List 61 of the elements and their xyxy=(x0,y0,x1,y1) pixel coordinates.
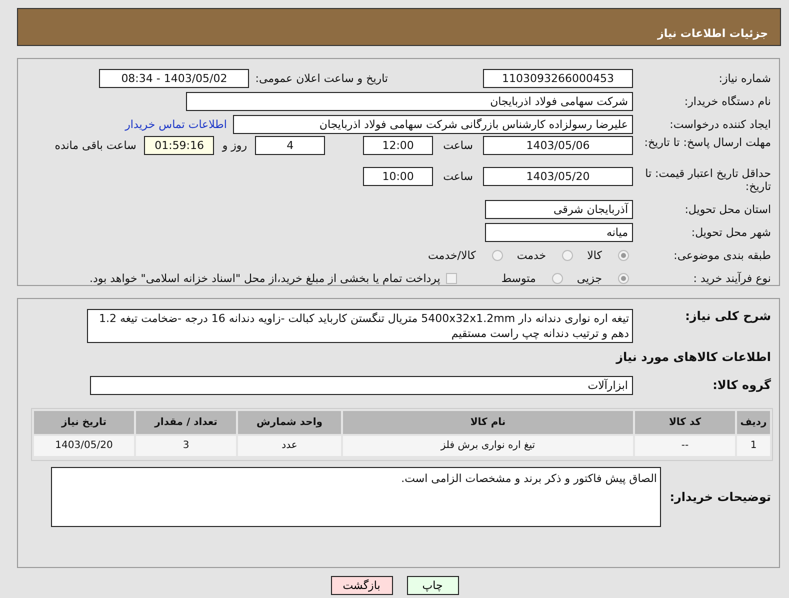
days-label: روز و xyxy=(222,138,248,154)
table-cell: تیغ اره نواری برش فلز xyxy=(343,436,633,456)
option-label: جزیی xyxy=(576,272,602,284)
buyer-notes-field: الصاق پیش فاکتور و ذکر برند و مشخصات الزامی است. xyxy=(51,467,661,527)
column-header: تعداد / مقدار xyxy=(136,411,236,434)
back-button[interactable]: بازگشت xyxy=(330,576,392,595)
column-header: کد کالا xyxy=(635,411,735,434)
page-title: جزئیات اطلاعات نیاز xyxy=(658,26,768,40)
time-field: 10:00 xyxy=(363,167,434,186)
radio-button[interactable] xyxy=(562,250,574,260)
radio-button[interactable] xyxy=(618,250,629,260)
table-cell: عدد xyxy=(238,436,341,456)
remaining-label: ساعت باقی مانده xyxy=(54,138,136,154)
remaining-time-field: 01:59:16 xyxy=(144,136,214,155)
field-label: گروه کالا: xyxy=(712,378,772,392)
buyer-org-field: شرکت سهامی فولاد اذربایجان xyxy=(186,92,633,110)
checkbox[interactable] xyxy=(446,272,458,284)
field-label: مهلت ارسال پاسخ: تا تاریخ: xyxy=(643,136,772,149)
field-label: تاریخ و ساعت اعلان عمومی: xyxy=(255,72,388,84)
table-cell: 1 xyxy=(737,436,770,456)
option-label: خدمت xyxy=(516,248,546,262)
field-label: توضیحات خریدار: xyxy=(668,490,772,504)
column-header: نام کالا xyxy=(343,411,633,434)
requester-field: علیرضا رسولزاده کارشناس بازرگانی شرکت سهامی فولاد اذربایجان xyxy=(233,114,633,134)
field-label: ایجاد کننده درخواست: xyxy=(668,118,772,130)
field-label: نام دستگاه خریدار: xyxy=(683,94,772,108)
contact-link[interactable]: اطلاعات تماس خریدار xyxy=(125,118,227,130)
table-cell: 3 xyxy=(136,436,236,456)
field-label: طبقه بندی موضوعی: xyxy=(672,248,772,262)
section-heading: اطلاعات کالاهای مورد نیاز xyxy=(614,349,772,366)
option-label: متوسط xyxy=(501,272,536,284)
field-label: شهر محل تحویل: xyxy=(690,226,772,238)
city-field: میانه xyxy=(485,222,633,242)
field-label: شماره نیاز: xyxy=(718,72,772,84)
date-field: 1403/05/20 xyxy=(483,167,633,186)
time-label: ساعت xyxy=(443,169,473,185)
option-label: کالا xyxy=(587,248,602,262)
announce-date-field: 1403/05/02 - 08:34 xyxy=(99,68,250,88)
option-label: کالا/خدمت xyxy=(428,248,476,262)
radio-button[interactable] xyxy=(552,272,563,284)
column-header: تاریخ نیاز xyxy=(34,411,134,434)
date-field: 1403/05/06 xyxy=(483,136,633,155)
time-field: 12:00 xyxy=(363,136,434,155)
table-cell: 1403/05/20 xyxy=(34,436,134,456)
field-label: استان محل تحویل: xyxy=(684,202,772,216)
province-field: آذربایجان شرقی xyxy=(485,200,633,218)
print-button[interactable]: چاپ xyxy=(406,576,458,595)
radio-button[interactable] xyxy=(492,250,503,260)
description-field: تیغه اره نواری دندانه دار 5400x32x1.2mm متریال تنگستن کارباید کبالت -زاویه دندانه 16 درجه -ضخامت تیغه 1.2 دهم و ترتیب دندانه چپ راست مستقیم xyxy=(87,309,633,343)
days-field: 4 xyxy=(255,136,326,155)
time-label: ساعت xyxy=(443,138,473,154)
field-label: شرح کلی نیاز: xyxy=(684,309,772,323)
need-number-field: 1103093266000453 xyxy=(483,68,633,88)
field-label: حداقل تاریخ اعتبار قیمت: تا تاریخ: xyxy=(644,167,772,193)
payment-note: پرداخت تمام یا بخشی از مبلغ خرید،از محل "اسناد خزانه اسلامی" خواهد بود. xyxy=(90,272,440,284)
radio-button[interactable] xyxy=(618,272,629,284)
goods-group-field: ابزارآلات xyxy=(90,376,633,394)
table-cell: -- xyxy=(635,436,735,456)
column-header: ردیف xyxy=(737,411,770,434)
column-header: واحد شمارش xyxy=(238,411,341,434)
field-label: نوع فرآیند خرید : xyxy=(692,272,772,284)
